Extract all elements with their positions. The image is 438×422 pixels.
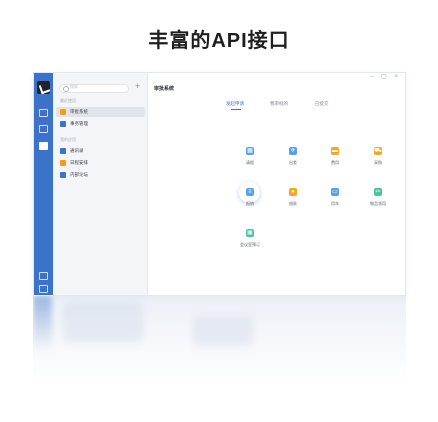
tab-submitted[interactable]: 已提交 [315,101,329,107]
page-headline: 丰富的API接口 [148,30,290,52]
search-input[interactable]: 搜索 [59,84,129,93]
app-label: 费用 [331,160,339,165]
app-tile[interactable]: ● 借款 [278,186,308,214]
sidebar-item-label: 审批系统 [70,109,88,114]
app-tile[interactable]: ▭ 用车 [320,186,350,214]
car-icon: ▭ [331,188,339,196]
sidebar-item-contacts[interactable]: 通讯录 [56,146,145,156]
app-window: 搜索 + 最近使用 审批系统 事务管理 我的应用 通讯录 日程安排 内部论坛 审… [33,72,406,296]
approval-icon [60,109,66,115]
window-controls[interactable]: – ▢ × [370,73,401,80]
meeting-room-icon: ▣ [246,229,254,237]
app-label: 报销 [246,201,254,206]
main-panel: 审批系统 – ▢ × 发起申请 我审批的 已提交 ▦ 请假 ✈ 出差 ▬ 费用 ⛟ 采购 ≡ 报销… [148,73,405,295]
active-tab-indicator [231,109,241,110]
app-tile[interactable]: ▦ 请假 [235,145,265,173]
app-tile[interactable]: ✈ 出差 [278,145,308,173]
chat-icon[interactable] [39,109,48,117]
sidebar-item-label: 事务管理 [70,121,88,126]
app-label: 请假 [246,160,254,165]
add-button[interactable]: + [135,82,140,91]
calendar-icon: ▦ [246,147,254,155]
app-label: 采购 [374,160,382,165]
tab-my-approvals[interactable]: 我审批的 [270,101,288,107]
app-label: 用车 [331,201,339,206]
search-icon [63,86,69,92]
app-rail [34,73,53,295]
cart-icon: ⛟ [374,147,382,155]
menu-icon[interactable] [39,285,48,293]
app-logo-icon [37,81,50,94]
schedule-icon [60,160,66,166]
app-tile[interactable]: ▬ 费用 [320,145,350,173]
sidebar-item-approval[interactable]: 审批系统 [56,107,145,117]
app-label: 物品领用 [370,201,386,206]
sidebar-item-label: 通讯录 [70,148,84,153]
sidebar-item-forum[interactable]: 内部论坛 [56,170,145,180]
coin-icon: ● [289,188,297,196]
window-reflection [33,296,406,406]
plane-icon: ✈ [289,147,297,155]
reflection-rail [33,296,52,351]
forum-icon [60,172,66,178]
sidebar-item-affairs[interactable]: 事务管理 [56,119,145,129]
address-book-icon [60,148,66,154]
apps-group-label: 我的应用 [60,137,76,142]
sidebar-item-label: 内部论坛 [70,172,88,177]
sidebar: 搜索 + 最近使用 审批系统 事务管理 我的应用 通讯录 日程安排 内部论坛 [53,73,148,295]
app-tile[interactable]: ⛟ 采购 [363,145,393,173]
document-icon [60,121,66,127]
apps-grid-icon[interactable] [39,142,48,150]
search-placeholder: 搜索 [70,84,78,89]
app-label: 出差 [289,160,297,165]
settings-icon[interactable] [39,272,48,280]
recent-group-label: 最近使用 [60,98,76,103]
wallet-icon: ▬ [331,147,339,155]
reflection-shape [193,316,253,346]
app-tile[interactable]: ≡ 报销 [235,182,265,214]
sidebar-item-schedule[interactable]: 日程安排 [56,158,145,168]
tab-new-request[interactable]: 发起申请 [226,101,244,107]
app-tile[interactable]: ✂ 物品领用 [363,186,393,214]
sidebar-item-label: 日程安排 [70,160,88,165]
app-label: 借款 [289,201,297,206]
reflection-shape [63,302,143,342]
box-icon: ✂ [374,188,382,196]
app-label: 会议室预订 [240,242,260,247]
app-tile[interactable]: ▣ 会议室预订 [235,227,265,255]
page-title: 审批系统 [154,86,175,92]
contacts-icon[interactable] [39,125,48,133]
receipt-icon: ≡ [246,188,254,196]
